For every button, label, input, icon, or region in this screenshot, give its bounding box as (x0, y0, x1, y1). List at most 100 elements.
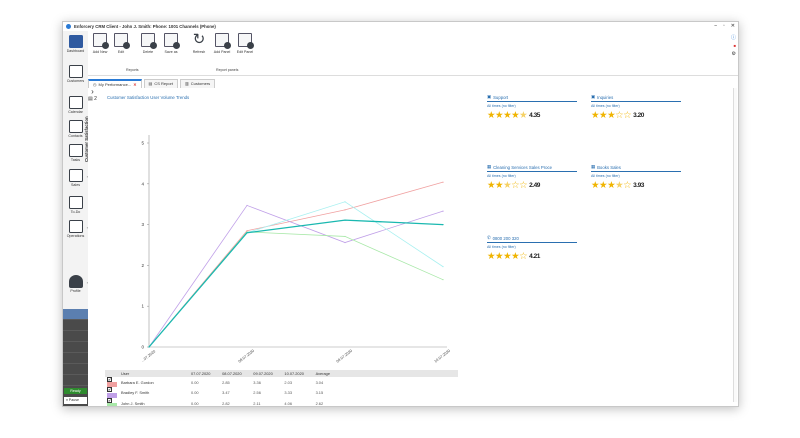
channel-item[interactable] (63, 331, 88, 342)
line-chart: Customer Satisfaction 0 1 2 3 4 5 ...07.2020 08… (84, 102, 458, 370)
window-title: Enforcery CRM Client - John J. Smith: Ph… (74, 24, 216, 29)
stat-books-sales[interactable]: ▦ Books Sales All times (no filter) ★★★★☆… (591, 164, 681, 191)
data-point (344, 219, 346, 221)
refresh-icon (192, 33, 206, 47)
checkbox-checked-icon[interactable]: ✔ (107, 397, 112, 403)
series-line-roland-gorty (148, 201, 444, 348)
table-header-row: User 07.07.2020 08.07.2020 09.07.2020 10… (105, 370, 458, 377)
sales-icon (68, 169, 83, 182)
table-header[interactable]: Average (313, 370, 338, 377)
chevron-right-icon[interactable]: › (87, 225, 88, 230)
star-icon: ★ (591, 110, 600, 121)
table-row[interactable]: ✔ Bradley F. Smith 0.00 3.47 2.56 3.33 3.15 (105, 387, 458, 398)
y-tick-label: 3 (141, 222, 144, 227)
table-header-spacer (338, 370, 458, 377)
stat-phone-line[interactable]: ✆ 0800 200 320 All times (no filter) ★★★★… (487, 235, 577, 262)
support-icon: ▣ (487, 94, 492, 99)
stat-inquiries[interactable]: ▣ Inquiries All times (no filter) ★★★☆☆ 3.… (591, 94, 681, 121)
delete-button[interactable]: Delete (139, 33, 157, 63)
maximize-button[interactable]: ▫ (723, 23, 725, 29)
stat-support[interactable]: ▣ Support All times (no filter) ★★★★★ 4.35 (487, 94, 577, 121)
channel-item[interactable] (63, 364, 88, 375)
stat-filter: All times (no filter) (487, 174, 516, 178)
refresh-button[interactable]: Refresh (190, 33, 208, 63)
table-header[interactable]: User (119, 370, 189, 377)
calendar-icon (68, 96, 83, 109)
rating-value: 4.35 (529, 112, 540, 119)
channel-item[interactable] (63, 320, 88, 331)
chevron-right-icon[interactable]: › (87, 174, 88, 179)
add-new-button[interactable]: Add New (91, 33, 109, 63)
close-tab-icon[interactable]: ✕ (133, 81, 136, 89)
add-panel-button[interactable]: Add Panel (213, 33, 231, 63)
star-icon: ★ (487, 110, 496, 121)
star-icon: ★ (495, 180, 504, 191)
star-icon: ★ (519, 110, 528, 121)
user-settings-icon[interactable]: ⚙ (732, 51, 736, 57)
tab-cs-report[interactable]: ▤ CS Report (143, 79, 179, 88)
inquiries-icon: ▣ (591, 94, 596, 99)
table-header[interactable]: 07.07.2020 (189, 370, 221, 377)
channel-item[interactable] (63, 353, 88, 364)
row-checkbox[interactable]: ✔ (105, 387, 119, 398)
rating-stars: ★★★☆☆ (487, 180, 528, 191)
rating-value: 3.93 (633, 182, 644, 189)
sidebar-item-todo[interactable]: To-Do (63, 196, 88, 214)
checkbox-checked-icon[interactable]: ✔ (107, 377, 112, 382)
edit-panel-button[interactable]: Edit Panel (236, 33, 254, 63)
row-checkbox[interactable]: ✔ (105, 397, 119, 406)
data-point (246, 232, 248, 234)
table-row[interactable]: ✔ Barbara E. Gordon 0.00 2.85 3.36 2.03 3.04 (105, 377, 458, 388)
table-header[interactable]: 09.07.2020 (251, 370, 283, 377)
table-header[interactable]: 10.07.2020 (282, 370, 314, 377)
value-cell: 0.00 (191, 379, 199, 385)
channel-phone[interactable] (63, 309, 88, 320)
data-point (344, 209, 346, 211)
app-window: Enforcery CRM Client - John J. Smith: Ph… (62, 21, 739, 407)
value-cell: 2.11 (253, 400, 261, 406)
rating-stars: ★★★★★ (487, 110, 528, 121)
profile-icon (68, 275, 83, 288)
customers-icon (68, 65, 83, 78)
sidebar-item-operations[interactable]: Operations › (63, 220, 88, 238)
table-header[interactable]: 08.07.2020 (220, 370, 252, 377)
alert-icon[interactable]: ■ (734, 43, 736, 48)
edit-button[interactable]: Edit (112, 33, 130, 63)
sidebar-item-profile[interactable]: Profile › (63, 275, 88, 293)
x-tick-label: 09.07.2020 (336, 349, 353, 364)
channel-item[interactable] (63, 375, 88, 386)
value-cell: 3.36 (253, 379, 261, 385)
row-checkbox[interactable]: ✔ (105, 377, 119, 388)
star-icon: ☆ (519, 251, 528, 262)
tab-my-performance[interactable]: ◷ My Performance... ✕ (88, 79, 142, 88)
star-icon: ★ (487, 180, 496, 191)
pause-button[interactable]: ⏸ Pause (64, 397, 87, 404)
data-point (442, 279, 444, 281)
chevron-right-icon[interactable]: › (88, 88, 97, 96)
sidebar-item-calendar[interactable]: Calendar (63, 96, 88, 114)
value-cell: 2.03 (284, 379, 292, 385)
y-axis-label: Customer Satisfaction (84, 116, 89, 162)
sidebar-item-dashboard[interactable]: Dashboard (63, 35, 88, 53)
star-icon: ★ (495, 110, 504, 121)
data-table: User 07.07.2020 08.07.2020 09.07.2020 10… (105, 370, 458, 406)
sidebar-item-customers[interactable]: Customers (63, 65, 88, 83)
sidebar-item-sales[interactable]: Sales › (63, 169, 88, 187)
stat-filter: All times (no filter) (487, 245, 516, 249)
checkbox-checked-icon[interactable]: ✔ (107, 387, 112, 393)
save-as-button[interactable]: Save as (162, 33, 180, 63)
star-icon: ☆ (615, 110, 624, 121)
chevron-right-icon[interactable]: › (87, 280, 88, 285)
close-button[interactable]: ✕ (731, 23, 735, 29)
minimize-button[interactable]: – (714, 23, 717, 29)
star-icon: ☆ (511, 180, 520, 191)
tab-customers[interactable]: ▥ Customers (180, 79, 216, 88)
star-icon: ★ (503, 251, 512, 262)
chart-svg: 0 1 2 3 4 5 ...07.2020 08.07.2020 09.07.2020 10.0… (140, 135, 451, 364)
channel-item[interactable] (63, 342, 88, 353)
info-icon[interactable]: ⓘ (731, 34, 736, 41)
star-icon: ★ (503, 110, 512, 121)
stat-cleaning-services[interactable]: ▦ Cleaning Services Sales Proce All times… (487, 164, 577, 191)
vertical-scrollbar[interactable] (733, 88, 737, 402)
table-row[interactable]: ✔ John J. Smith 0.00 2.82 2.11 4.06 2.62 (105, 397, 458, 406)
